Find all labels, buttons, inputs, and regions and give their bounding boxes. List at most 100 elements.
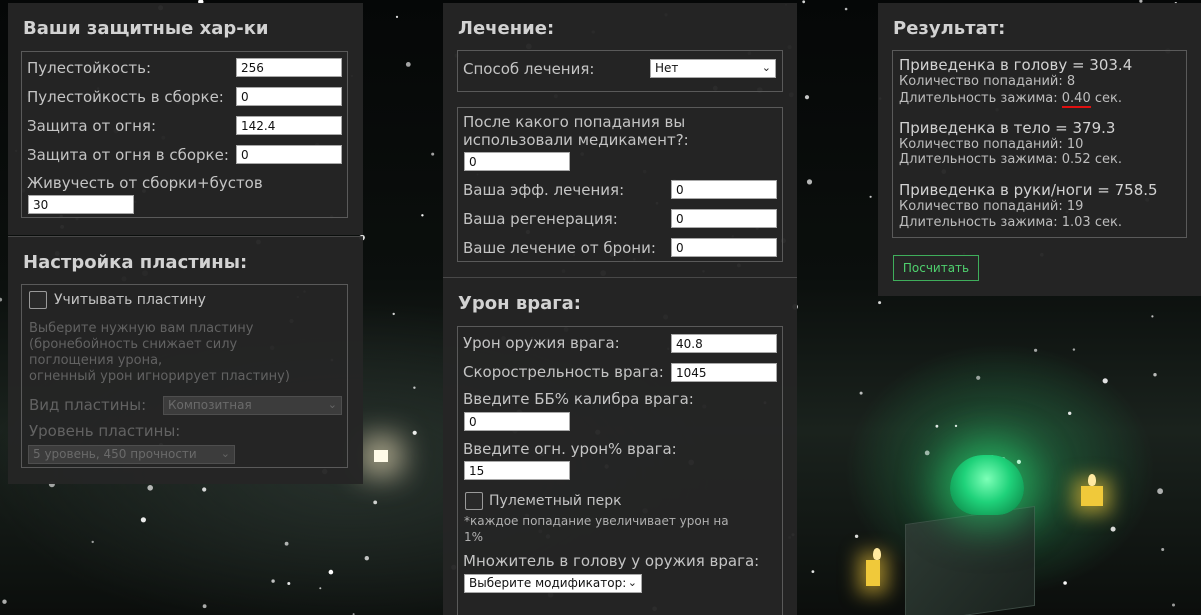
plate-hint-line: поглощения урона, [29, 353, 163, 368]
snowflake-icon [328, 569, 334, 575]
fire-prot-label: Защита от огня: [27, 117, 157, 135]
snowflake-icon [271, 579, 275, 583]
use-plate-checkbox[interactable] [29, 291, 47, 309]
plate-type-value: Композитная [168, 398, 252, 412]
plate-hint-line: огненный урон игнорирует пластину) [29, 369, 290, 384]
snowflake-icon [0, 297, 3, 302]
armor-heal-input[interactable] [671, 238, 777, 257]
snowflake-icon [364, 556, 369, 561]
plate-level-value: 5 уровень, 450 прочности [33, 447, 197, 461]
snowflake-icon [859, 391, 863, 395]
lamp-light [374, 450, 388, 462]
defense-panel: Ваши защитные хар-ки Пулестойкость: Пуле… [8, 3, 363, 235]
snowflake-icon [1102, 378, 1108, 384]
snowflake-icon [405, 62, 411, 67]
mg-perk-note: *каждое попадание увеличивает урон на [464, 514, 729, 528]
plate-title: Настройка пластины: [23, 252, 248, 273]
enemy-damage-panel: Урон врага: Урон оружия врага: Скоростре… [443, 277, 797, 615]
snowflake-icon [878, 301, 882, 305]
snowflake-icon [319, 587, 322, 590]
plate-level-select[interactable]: 5 уровень, 450 прочности ⌄ [28, 445, 235, 464]
snowflake-icon [413, 386, 416, 389]
enemy-fieldset: Урон оружия врага: Скорострельность враг… [457, 326, 783, 615]
fire-prot-build-input[interactable] [236, 145, 342, 164]
green-glow-orb [950, 455, 1024, 515]
bullet-res-input[interactable] [236, 58, 342, 77]
snowflake-icon [1151, 315, 1154, 318]
snowflake-icon [412, 430, 417, 435]
heal-eff-input[interactable] [671, 180, 777, 199]
snowflake-icon [976, 375, 981, 380]
after-hit-label: После какого попадания вы [463, 113, 686, 131]
snowflake-icon [1172, 603, 1175, 607]
snowflake-icon [954, 424, 958, 428]
head-mult-label: Множитель в голову у оружия врага: [463, 552, 760, 570]
snowflake-icon [421, 214, 424, 217]
vitality-input[interactable] [28, 195, 134, 214]
snowflake-icon [802, 0, 806, 4]
snowflake-icon [1068, 411, 1072, 415]
mg-perk-label: Пулеметный перк [489, 493, 622, 509]
heal-method-label: Способ лечения: [463, 60, 595, 78]
bullet-res-build-label: Пулестойкость в сборке: [27, 88, 224, 106]
head-mult-value: Выберите модификатор: [469, 576, 627, 590]
result-body-hits: Количество попаданий: 10 [899, 137, 1084, 152]
snowflake-icon [1153, 373, 1157, 377]
ap-label: Введите ББ% калибра врага: [463, 390, 694, 408]
result-body-duration: Длительность зажима: 0.52 сек. [899, 152, 1122, 167]
calculate-button[interactable]: Посчитать [893, 255, 979, 281]
snowflake-icon [854, 534, 859, 538]
result-head-hits: Количество попаданий: 8 [899, 74, 1076, 89]
vitality-label: Живучесть от сборки+бустов [27, 174, 263, 192]
snowflake-icon [202, 487, 207, 492]
candle-icon [866, 548, 881, 586]
plate-type-select[interactable]: Композитная ⌄ [163, 396, 342, 415]
mg-perk-checkbox[interactable] [465, 492, 483, 510]
defense-fieldset: Пулестойкость: Пулестойкость в сборке: З… [21, 51, 348, 218]
result-limbs-duration: Длительность зажима: 1.03 сек. [899, 215, 1122, 230]
enemy-title: Урон врага: [458, 293, 582, 314]
snowflake-icon [806, 179, 813, 185]
regen-label: Ваша регенерация: [463, 210, 618, 228]
snowflake-icon [844, 7, 848, 11]
bullet-res-label: Пулестойкость: [27, 59, 151, 77]
heal-eff-label: Ваша эфф. лечения: [463, 181, 625, 199]
snowflake-icon [1072, 348, 1076, 351]
ap-input[interactable] [464, 412, 570, 431]
fire-rate-input[interactable] [671, 363, 777, 382]
snowflake-icon [140, 517, 146, 523]
plate-type-label: Вид пластины: [29, 396, 147, 414]
snowflake-icon [811, 570, 815, 573]
plate-panel: Настройка пластины: Учитывать пластину В… [8, 236, 363, 484]
weapon-dmg-input[interactable] [671, 334, 777, 353]
result-head-duration: Длительность зажима: 0.40 сек. [899, 91, 1122, 108]
snowflake-icon [1110, 526, 1116, 532]
bullet-res-build-input[interactable] [236, 87, 342, 106]
chevron-down-icon: ⌄ [327, 398, 337, 411]
healing-title: Лечение: [458, 18, 555, 39]
after-hit-input[interactable] [464, 152, 570, 171]
result-head-duration-prefix: Длительность зажима: [899, 91, 1058, 106]
plate-fieldset: Учитывать пластину Выберите нужную вам п… [21, 284, 348, 468]
snowflake-icon [284, 541, 289, 546]
snowflake-icon [287, 582, 291, 585]
snowflake-icon [924, 450, 930, 456]
snowflake-icon [147, 485, 153, 491]
regen-input[interactable] [671, 209, 777, 228]
snowflake-icon [804, 95, 810, 100]
fire-dmg-input[interactable] [464, 461, 570, 480]
snowflake-icon [392, 312, 395, 316]
snowflake-icon [1161, 548, 1165, 551]
fire-prot-input[interactable] [236, 116, 342, 135]
weapon-dmg-label: Урон оружия врага: [463, 334, 620, 352]
chevron-down-icon: ⌄ [220, 447, 230, 460]
heal-method-fieldset: Способ лечения: Нет ⌄ [457, 50, 783, 92]
defense-title: Ваши защитные хар-ки [23, 18, 269, 39]
use-plate-label: Учитывать пластину [54, 292, 206, 308]
heal-details-fieldset: После какого попадания вы использовали м… [457, 107, 783, 262]
crate-decoration [905, 505, 1035, 615]
heal-method-select[interactable]: Нет ⌄ [650, 59, 776, 78]
healing-panel: Лечение: Способ лечения: Нет ⌄ После как… [443, 3, 797, 277]
head-mult-select[interactable]: Выберите модификатор: ⌄ [464, 574, 642, 593]
result-limbs-title: Приведенка в руки/ноги = 758.5 [899, 181, 1158, 199]
